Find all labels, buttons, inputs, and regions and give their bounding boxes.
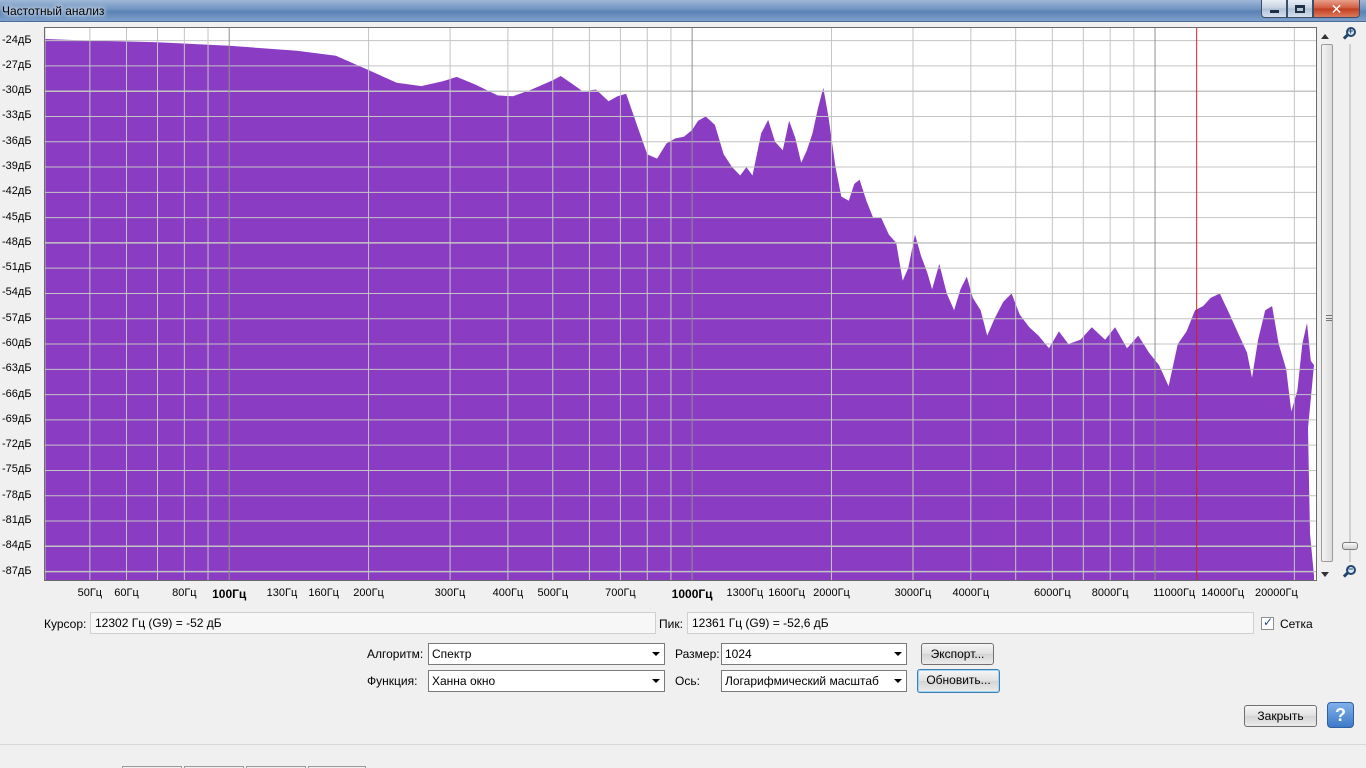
x-axis-label: 100Гц: [212, 587, 247, 601]
y-axis-label: -60дБ: [2, 337, 32, 350]
scrollbar-thumb[interactable]: [1321, 44, 1333, 562]
x-axis-label: 400Гц: [492, 587, 524, 599]
y-axis-label: -75дБ: [2, 463, 32, 476]
status-bar: [0, 744, 1366, 768]
algorithm-select[interactable]: Спектр: [428, 643, 665, 665]
spectrum-plot[interactable]: [44, 27, 1317, 581]
x-axis-label: 6000Гц: [1033, 587, 1071, 599]
grid-checkbox[interactable]: [1261, 615, 1274, 630]
y-axis-label: -33дБ: [2, 109, 32, 122]
peak-value-field: 12361 Гц (G9) = -52,6 дБ: [687, 612, 1254, 634]
x-axis-label: 3000Гц: [894, 587, 932, 599]
spectrum-area: [45, 39, 1314, 580]
y-axis-label: -36дБ: [2, 134, 32, 147]
x-axis-label: 14000Гц: [1201, 587, 1245, 599]
axis-select[interactable]: Логарифмический масштаб: [721, 670, 907, 692]
x-axis-label: 2000Гц: [813, 587, 850, 599]
spectrum-svg: [45, 28, 1316, 580]
axis-select-value: Логарифмический масштаб: [725, 674, 879, 688]
zoom-slider-knob[interactable]: [1342, 542, 1358, 550]
chevron-down-icon: [894, 652, 902, 656]
size-label: Размер:: [675, 647, 720, 661]
y-axis-label: -84дБ: [2, 539, 32, 552]
y-axis-label: -72дБ: [2, 438, 32, 451]
close-button[interactable]: Закрыть: [1244, 705, 1317, 727]
size-select[interactable]: 1024: [721, 643, 907, 665]
y-axis-label: -45дБ: [2, 210, 32, 223]
y-axis-label: -78дБ: [2, 488, 32, 501]
y-axis-label: -51дБ: [2, 261, 32, 274]
x-axis-label: 1600Гц: [768, 587, 805, 599]
x-axis-label: 80Гц: [172, 587, 197, 599]
zoom-slider[interactable]: [1342, 44, 1358, 562]
x-axis-label: 160Гц: [308, 587, 339, 599]
y-axis-label: -27дБ: [2, 58, 32, 71]
x-axis-label: 500Гц: [537, 587, 569, 599]
zoom-in-icon[interactable]: +: [1342, 27, 1357, 41]
window-title: Частотный анализ: [2, 4, 105, 18]
function-label: Функция:: [367, 674, 418, 688]
x-axis-label: 8000Гц: [1091, 587, 1129, 599]
x-axis-label: 1300Гц: [726, 587, 764, 599]
export-button[interactable]: Экспорт...: [921, 643, 994, 665]
grid-label: Сетка: [1280, 617, 1313, 631]
axis-label: Ось:: [675, 674, 700, 688]
cursor-value-field: 12302 Гц (G9) = -52 дБ: [90, 612, 656, 634]
y-axis-label: -66дБ: [2, 387, 32, 400]
x-axis-label: 130Гц: [266, 587, 298, 599]
minimize-icon: [1269, 10, 1279, 13]
zoom-out-icon[interactable]: −: [1342, 565, 1357, 579]
y-axis-label: -24дБ: [2, 33, 32, 46]
y-axis-label: -57дБ: [2, 311, 32, 324]
y-axis-label: -54дБ: [2, 286, 32, 299]
help-button[interactable]: ?: [1327, 702, 1354, 728]
y-axis-label: -87дБ: [2, 564, 32, 577]
y-axis-label: -63дБ: [2, 362, 32, 375]
maximize-button[interactable]: [1287, 0, 1313, 18]
maximize-icon: [1295, 4, 1305, 13]
y-axis-label: -48дБ: [2, 235, 32, 248]
size-select-value: 1024: [725, 647, 752, 661]
x-axis-label: 1000Гц: [671, 587, 713, 601]
vertical-scrollbar[interactable]: [1319, 30, 1333, 580]
chevron-down-icon: [652, 679, 660, 683]
help-icon: ?: [1335, 705, 1346, 725]
y-axis-label: -42дБ: [2, 185, 32, 198]
x-axis-label: 50Гц: [77, 587, 103, 599]
y-axis-label: -30дБ: [2, 84, 32, 97]
algorithm-select-value: Спектр: [432, 647, 472, 661]
x-axis-label: 4000Гц: [952, 587, 990, 599]
x-axis-label: 700Гц: [605, 587, 636, 599]
title-bar: Частотный анализ ✕: [0, 0, 1366, 22]
y-axis-label: -39дБ: [2, 160, 32, 173]
grip-icon: [1326, 315, 1332, 321]
x-axis-label: 300Гц: [434, 587, 466, 599]
function-select-value: Ханна окно: [432, 674, 496, 688]
x-axis-label: 11000Гц: [1153, 587, 1196, 599]
refresh-button[interactable]: Обновить...: [917, 669, 1000, 693]
close-icon: ✕: [1330, 0, 1343, 17]
x-axis-label: 60Гц: [114, 587, 139, 599]
function-select[interactable]: Ханна окно: [428, 670, 665, 692]
chevron-down-icon: [894, 679, 902, 683]
algorithm-label: Алгоритм:: [367, 647, 424, 661]
chevron-down-icon: [652, 652, 660, 656]
minimize-button[interactable]: [1261, 0, 1287, 18]
cursor-label: Курсор:: [44, 617, 87, 631]
peak-label: Пик:: [659, 617, 683, 631]
scroll-down-arrow[interactable]: [1321, 572, 1329, 577]
close-window-button[interactable]: ✕: [1313, 0, 1360, 18]
y-axis-label: -81дБ: [2, 514, 32, 526]
y-axis-label: -69дБ: [2, 412, 32, 425]
x-axis-label: 20000Гц: [1254, 587, 1298, 599]
x-axis-label: 200Гц: [353, 587, 384, 599]
